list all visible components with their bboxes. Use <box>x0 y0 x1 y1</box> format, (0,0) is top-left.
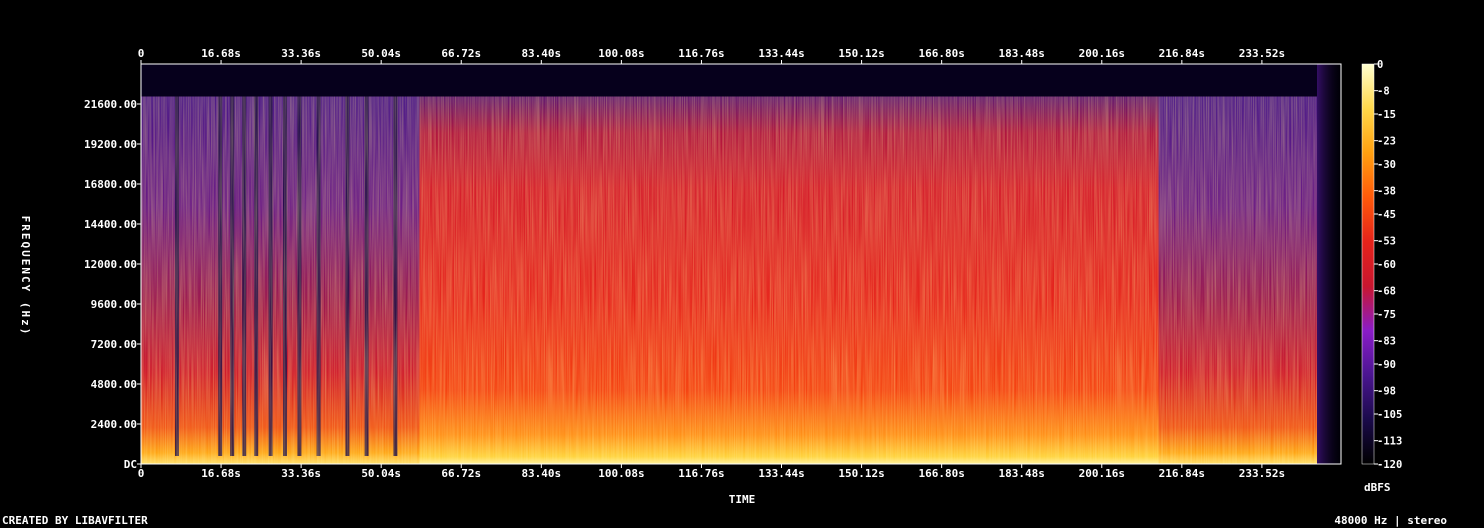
x-tick-label: 166.80s <box>918 47 964 60</box>
x-tick-label: 150.12s <box>838 467 884 480</box>
x-tick-label: 16.68s <box>201 467 241 480</box>
x-tick-label: 116.76s <box>678 467 724 480</box>
x-tick-label: 116.76s <box>678 47 724 60</box>
spectrogram-plot <box>141 64 1341 464</box>
x-tick-label: 183.48s <box>999 47 1045 60</box>
colorbar-label: dBFS <box>1364 481 1391 494</box>
colorbar-tick-label: -68 <box>1377 286 1396 298</box>
x-tick-label: 33.36s <box>281 467 321 480</box>
x-tick-label: 200.16s <box>1079 467 1125 480</box>
x-tick-label: 133.44s <box>758 467 804 480</box>
x-tick-label: 100.08s <box>598 467 644 480</box>
y-tick-label: 7200.00 <box>91 338 137 351</box>
colorbar-tick-label: -38 <box>1377 186 1396 198</box>
x-tick-label: 200.16s <box>1079 47 1125 60</box>
colorbar-tick-label: -30 <box>1377 159 1396 171</box>
credit-text: CREATED BY LIBAVFILTER <box>2 514 148 527</box>
x-axis-bottom: 0 16.68s 33.36s 50.04s 66.72s 83.40s 100.08s 11… <box>138 464 1285 480</box>
colorbar-ticks: 0 -8 -15 -23 -30 -38 -45 -53 -60 -68 -75 -83 -90 -98 -… <box>1374 59 1402 471</box>
colorbar-tick-label: -83 <box>1377 336 1396 348</box>
colorbar-tick-label: -105 <box>1377 409 1402 421</box>
colorbar-tick-label: -53 <box>1377 236 1396 248</box>
x-tick-label: 133.44s <box>758 47 804 60</box>
y-tick-label: DC <box>124 458 137 471</box>
y-tick-label: 14400.00 <box>84 218 137 231</box>
x-tick-label: 66.72s <box>441 467 481 480</box>
colorbar-tick-label: -98 <box>1377 386 1396 398</box>
x-tick-label: 66.72s <box>441 47 481 60</box>
x-tick-label: 83.40s <box>521 467 561 480</box>
y-tick-label: 2400.00 <box>91 418 137 431</box>
audio-info-text: 48000 Hz | stereo <box>1334 514 1447 527</box>
spectrogram-top-band <box>141 64 1317 97</box>
colorbar-tick-label: -23 <box>1377 136 1396 148</box>
x-tick-label: 0 <box>138 467 145 480</box>
x-tick-label: 16.68s <box>201 47 241 60</box>
colorbar-tick-label: -90 <box>1377 359 1396 371</box>
x-tick-label: 150.12s <box>838 47 884 60</box>
x-tick-label: 50.04s <box>361 47 401 60</box>
y-axis-label: FREQUENCY (Hz) <box>19 216 32 337</box>
y-axis: DC 2400.00 4800.00 7200.00 9600.00 12000.00 14… <box>84 98 141 471</box>
spectrogram-texture <box>141 96 1317 464</box>
colorbar-tick-label: -8 <box>1377 86 1390 98</box>
spectrogram-figure: 0 16.68s 33.36s 50.04s 66.72s 83.40s 100.08s 11… <box>2 47 1447 527</box>
x-tick-label: 166.80s <box>918 467 964 480</box>
colorbar-tick-label: -113 <box>1377 436 1402 448</box>
x-tick-label: 83.40s <box>521 47 561 60</box>
colorbar-tick-label: -15 <box>1377 109 1396 121</box>
y-tick-label: 16800.00 <box>84 178 137 191</box>
x-tick-label: 216.84s <box>1159 47 1205 60</box>
colorbar-tick-label: -120 <box>1377 459 1402 471</box>
y-tick-label: 4800.00 <box>91 378 137 391</box>
x-tick-label: 50.04s <box>361 467 401 480</box>
colorbar-tick-label: 0 <box>1377 59 1383 71</box>
colorbar-tick-label: -75 <box>1377 309 1396 321</box>
x-tick-label: 0 <box>138 47 145 60</box>
spectrogram-fadeout <box>1317 64 1341 464</box>
x-axis-label: TIME <box>729 493 756 506</box>
colorbar <box>1362 64 1374 464</box>
colorbar-tick-label: -60 <box>1377 259 1396 271</box>
x-tick-label: 216.84s <box>1159 467 1205 480</box>
y-tick-label: 21600.00 <box>84 98 137 111</box>
x-tick-label: 33.36s <box>281 47 321 60</box>
colorbar-tick-label: -45 <box>1377 209 1396 221</box>
x-tick-label: 183.48s <box>999 467 1045 480</box>
x-tick-label: 233.52s <box>1239 47 1285 60</box>
x-tick-label: 233.52s <box>1239 467 1285 480</box>
y-tick-label: 19200.00 <box>84 138 137 151</box>
y-tick-label: 9600.00 <box>91 298 137 311</box>
x-tick-label: 100.08s <box>598 47 644 60</box>
y-tick-label: 12000.00 <box>84 258 137 271</box>
x-axis-top: 0 16.68s 33.36s 50.04s 66.72s 83.40s 100.08s 11… <box>138 47 1285 64</box>
